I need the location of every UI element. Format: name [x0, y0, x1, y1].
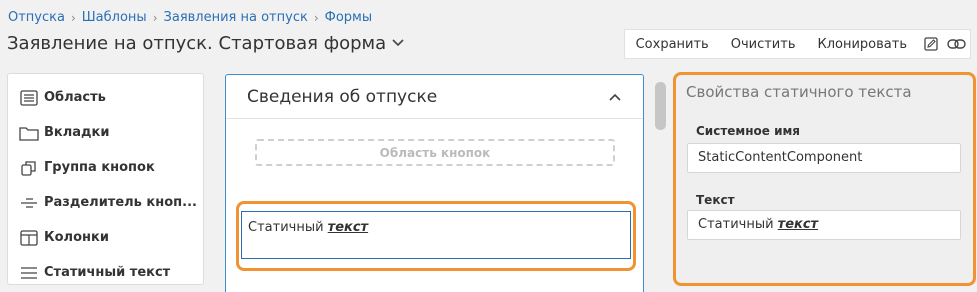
- palette-item-static-text[interactable]: Статичный текст: [8, 255, 203, 290]
- palette-item-button-divider[interactable]: Разделитель кноп...: [8, 185, 203, 220]
- page-title[interactable]: Заявление на отпуск. Стартовая форма: [7, 33, 404, 54]
- text-lines-icon: [18, 264, 40, 282]
- section-title: Сведения об отпуске: [247, 86, 438, 107]
- breadcrumb-link[interactable]: Шаблоны: [82, 10, 147, 25]
- selection-highlight: [236, 201, 636, 271]
- breadcrumb-link[interactable]: Формы: [325, 10, 372, 25]
- page-header: Отпуска › Шаблоны › Заявления на отпуск …: [0, 0, 977, 72]
- link-icon[interactable]: [944, 30, 970, 58]
- palette-item-label: Разделитель кноп...: [44, 195, 197, 210]
- palette-item-label: Статичный текст: [44, 265, 171, 280]
- properties-highlight: [673, 72, 976, 286]
- palette-item-tabs[interactable]: Вкладки: [8, 115, 203, 150]
- edit-icon[interactable]: [918, 30, 944, 58]
- list-icon: [18, 89, 40, 107]
- copy-icon: [18, 159, 40, 177]
- palette-item-label: Группа кнопок: [44, 160, 155, 175]
- clone-button[interactable]: Клонировать: [806, 30, 918, 58]
- breadcrumb-link[interactable]: Отпуска: [8, 10, 65, 25]
- palette-item-label: Колонки: [44, 230, 109, 245]
- palette-item-area[interactable]: Область: [8, 80, 203, 115]
- palette-item-label: Вкладки: [44, 125, 110, 140]
- clear-button[interactable]: Очистить: [720, 30, 807, 58]
- section-header[interactable]: Сведения об отпуске: [226, 75, 643, 119]
- toolbar: Сохранить Очистить Клонировать: [623, 29, 971, 59]
- page-title-text: Заявление на отпуск. Стартовая форма: [7, 33, 387, 54]
- breadcrumb: Отпуска › Шаблоны › Заявления на отпуск …: [8, 10, 372, 25]
- breadcrumb-link[interactable]: Заявления на отпуск: [164, 10, 308, 25]
- button-area-label: Область кнопок: [379, 145, 491, 160]
- palette-item-button-group[interactable]: Группа кнопок: [8, 150, 203, 185]
- palette-item-label: Область: [44, 90, 106, 105]
- chevron-down-icon[interactable]: [392, 36, 404, 51]
- palette-item-columns[interactable]: Колонки: [8, 220, 203, 255]
- chevron-right-icon: ›: [313, 10, 319, 25]
- divider-icon: [18, 194, 40, 212]
- button-area-placeholder[interactable]: Область кнопок: [255, 139, 615, 166]
- chevron-right-icon: ›: [70, 10, 76, 25]
- columns-icon: [18, 229, 40, 247]
- save-button[interactable]: Сохранить: [625, 30, 720, 58]
- folder-icon: [18, 124, 40, 142]
- chevron-right-icon: ›: [152, 10, 158, 25]
- component-palette: Область Вкладки Группа кнопок Разделител…: [7, 73, 204, 285]
- chevron-up-icon[interactable]: [609, 89, 621, 105]
- scrollbar-thumb[interactable]: [655, 82, 666, 130]
